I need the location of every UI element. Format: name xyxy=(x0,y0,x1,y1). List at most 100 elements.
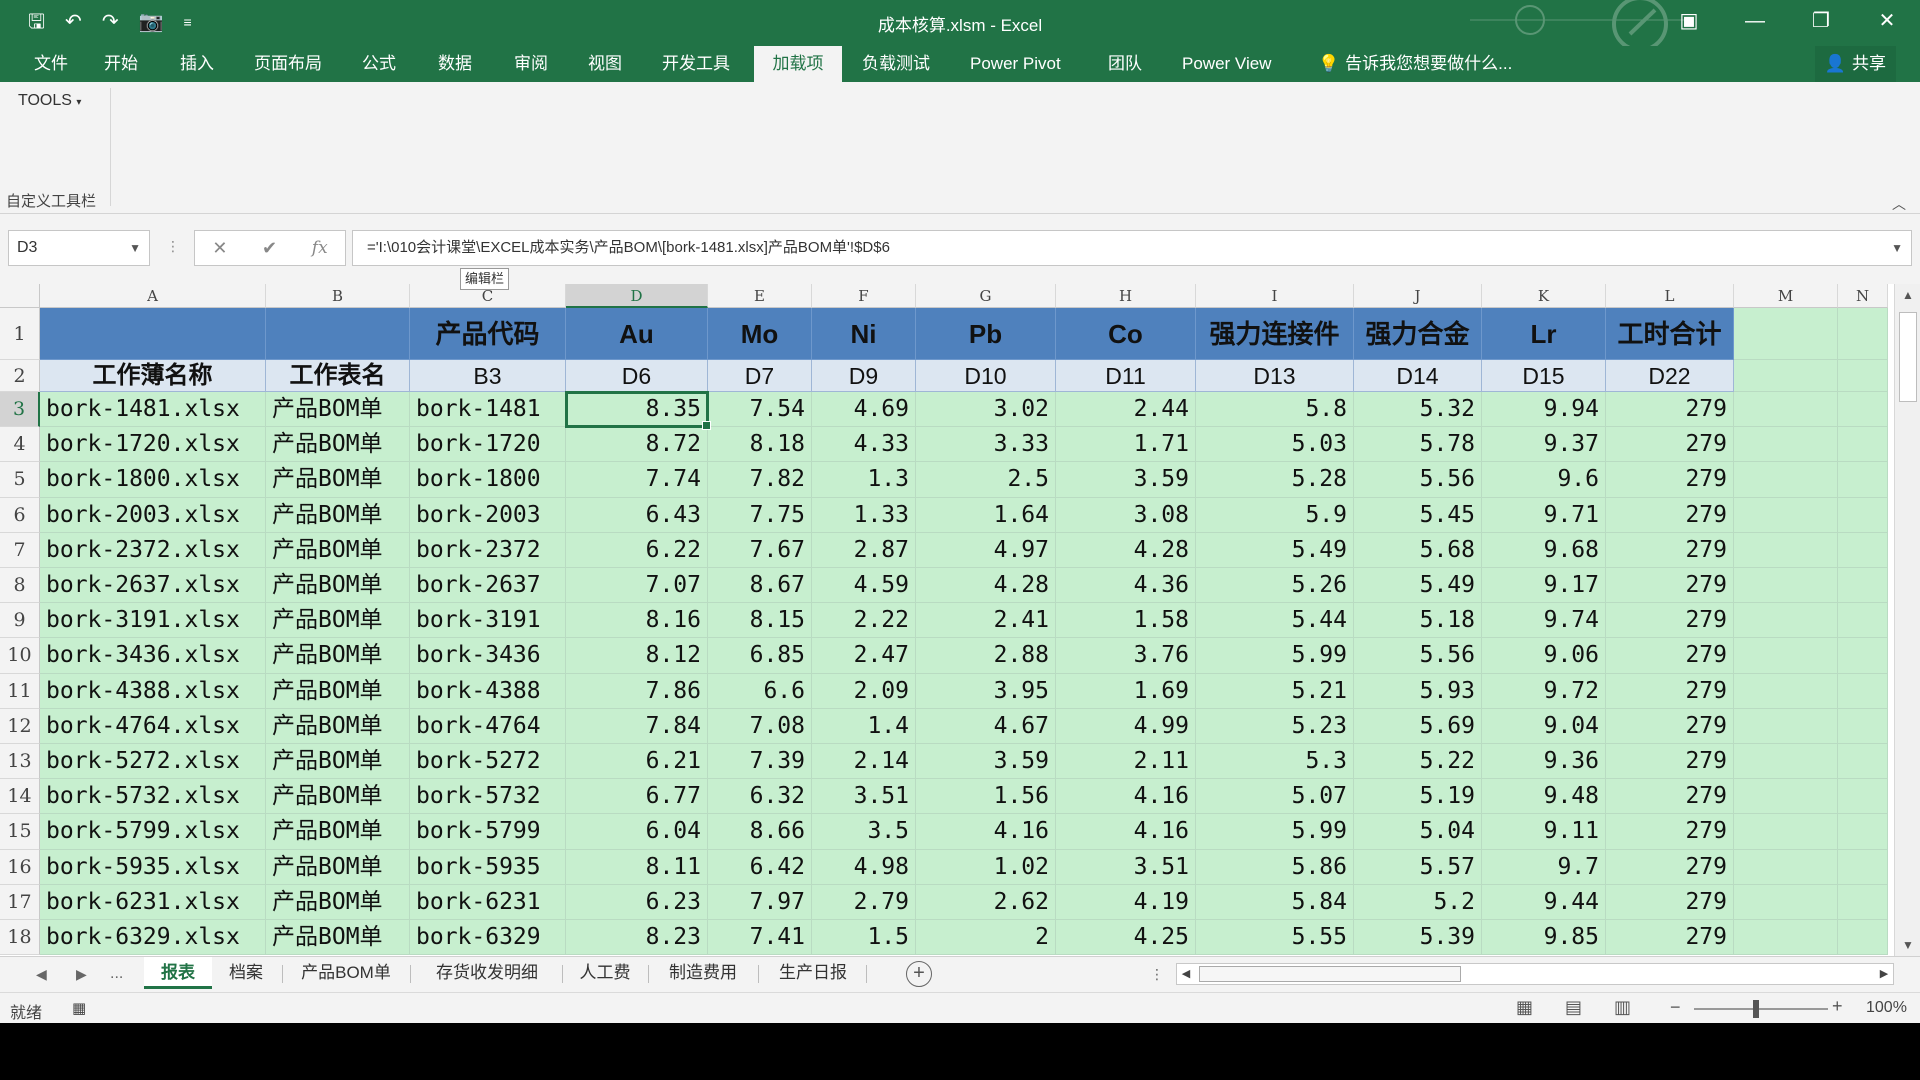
header-cell[interactable]: Au xyxy=(566,308,708,360)
tab-insert[interactable]: 插入 xyxy=(168,46,226,82)
tab-file[interactable]: 文件 xyxy=(22,46,80,82)
scroll-left-icon[interactable]: ◀ xyxy=(1177,964,1195,984)
empty-cell[interactable] xyxy=(1838,497,1888,533)
data-cell[interactable]: 5.32 xyxy=(1354,392,1482,428)
row-header-16[interactable]: 16 xyxy=(0,849,40,885)
data-cell[interactable]: 7.86 xyxy=(566,673,708,709)
row-header-1[interactable]: 1 xyxy=(0,308,40,360)
data-cell[interactable]: 7.97 xyxy=(708,884,812,920)
row-header-8[interactable]: 8 xyxy=(0,568,40,604)
data-cell[interactable]: bork-5732.xlsx xyxy=(40,779,266,815)
header-cell[interactable]: 工时合计 xyxy=(1606,308,1734,360)
data-cell[interactable]: bork-3436.xlsx xyxy=(40,638,266,674)
data-cell[interactable]: bork-2003 xyxy=(410,497,566,533)
data-cell[interactable]: 5.99 xyxy=(1196,814,1354,850)
page-break-view-icon[interactable]: ▥ xyxy=(1614,997,1631,1018)
data-cell[interactable]: 3.08 xyxy=(1056,497,1196,533)
header-cell[interactable]: Co xyxy=(1056,308,1196,360)
subheader-cell[interactable]: D6 xyxy=(566,360,708,392)
empty-cell[interactable] xyxy=(1838,603,1888,639)
data-cell[interactable]: 3.33 xyxy=(916,427,1056,463)
data-cell[interactable]: 2.47 xyxy=(812,638,916,674)
data-cell[interactable]: 3.51 xyxy=(812,779,916,815)
data-cell[interactable]: 5.68 xyxy=(1354,532,1482,568)
data-cell[interactable]: 产品BOM单 xyxy=(266,603,410,639)
empty-cell[interactable] xyxy=(1734,497,1838,533)
data-cell[interactable]: 279 xyxy=(1606,884,1734,920)
data-cell[interactable]: 5.44 xyxy=(1196,603,1354,639)
header-cell[interactable]: Ni xyxy=(812,308,916,360)
empty-cell[interactable] xyxy=(1734,427,1838,463)
data-cell[interactable]: 279 xyxy=(1606,568,1734,604)
data-cell[interactable]: bork-1800.xlsx xyxy=(40,462,266,498)
data-cell[interactable]: 5.45 xyxy=(1354,497,1482,533)
data-cell[interactable]: bork-2372.xlsx xyxy=(40,532,266,568)
data-cell[interactable]: 5.04 xyxy=(1354,814,1482,850)
data-cell[interactable]: 9.94 xyxy=(1482,392,1606,428)
data-cell[interactable]: 6.42 xyxy=(708,849,812,885)
data-cell[interactable]: 产品BOM单 xyxy=(266,462,410,498)
data-cell[interactable]: 2.87 xyxy=(812,532,916,568)
empty-cell[interactable] xyxy=(1734,462,1838,498)
column-header-a[interactable]: A xyxy=(40,284,266,308)
header-cell[interactable]: Pb xyxy=(916,308,1056,360)
empty-cell[interactable] xyxy=(1734,638,1838,674)
data-cell[interactable]: 7.07 xyxy=(566,568,708,604)
data-cell[interactable]: 产品BOM单 xyxy=(266,708,410,744)
tab-data[interactable]: 数据 xyxy=(426,46,484,82)
data-cell[interactable]: 3.76 xyxy=(1056,638,1196,674)
data-cell[interactable]: 3.59 xyxy=(1056,462,1196,498)
data-cell[interactable]: 产品BOM单 xyxy=(266,532,410,568)
zoom-out-button[interactable]: − xyxy=(1670,997,1681,1018)
data-cell[interactable]: 279 xyxy=(1606,708,1734,744)
sheet-tab-overhead[interactable]: 制造费用 xyxy=(656,957,750,989)
scroll-right-icon[interactable]: ▶ xyxy=(1875,964,1893,984)
data-cell[interactable]: 3.95 xyxy=(916,673,1056,709)
empty-cell[interactable] xyxy=(1838,884,1888,920)
tab-developer[interactable]: 开发工具 xyxy=(650,46,742,82)
data-cell[interactable]: 279 xyxy=(1606,532,1734,568)
ribbon-display-icon[interactable]: ▣ xyxy=(1656,0,1722,44)
data-cell[interactable]: 5.57 xyxy=(1354,849,1482,885)
data-cell[interactable]: bork-4764 xyxy=(410,708,566,744)
data-cell[interactable]: 2.41 xyxy=(916,603,1056,639)
data-cell[interactable]: 2.79 xyxy=(812,884,916,920)
empty-cell[interactable] xyxy=(1838,638,1888,674)
data-cell[interactable]: 5.49 xyxy=(1196,532,1354,568)
header-cell[interactable]: 强力合金 xyxy=(1354,308,1482,360)
data-cell[interactable]: 6.77 xyxy=(566,779,708,815)
vertical-scrollbar[interactable]: ▲ ▼ xyxy=(1894,284,1920,956)
data-cell[interactable]: 4.69 xyxy=(812,392,916,428)
data-cell[interactable]: bork-1720 xyxy=(410,427,566,463)
row-header-9[interactable]: 9 xyxy=(0,603,40,639)
data-cell[interactable]: 2.88 xyxy=(916,638,1056,674)
data-cell[interactable]: 279 xyxy=(1606,673,1734,709)
empty-cell[interactable] xyxy=(1734,360,1838,392)
data-cell[interactable]: 产品BOM单 xyxy=(266,884,410,920)
tab-team[interactable]: 团队 xyxy=(1096,46,1154,82)
row-header-17[interactable]: 17 xyxy=(0,884,40,920)
subheader-cell[interactable]: D15 xyxy=(1482,360,1606,392)
empty-cell[interactable] xyxy=(1838,532,1888,568)
row-header-13[interactable]: 13 xyxy=(0,744,40,780)
data-cell[interactable]: 1.3 xyxy=(812,462,916,498)
empty-cell[interactable] xyxy=(1838,462,1888,498)
empty-cell[interactable] xyxy=(1838,308,1888,360)
prev-sheet-icon[interactable]: ◀ xyxy=(36,957,47,991)
data-cell[interactable]: 9.36 xyxy=(1482,744,1606,780)
data-cell[interactable]: 8.16 xyxy=(566,603,708,639)
sheet-tab-report[interactable]: 报表 xyxy=(144,957,212,989)
data-cell[interactable]: 8.67 xyxy=(708,568,812,604)
data-cell[interactable]: 5.39 xyxy=(1354,920,1482,956)
empty-cell[interactable] xyxy=(1734,779,1838,815)
subheader-cell[interactable]: D14 xyxy=(1354,360,1482,392)
subheader-cell[interactable]: 工作薄名称 xyxy=(40,360,266,392)
data-cell[interactable]: bork-3191 xyxy=(410,603,566,639)
data-cell[interactable]: 7.39 xyxy=(708,744,812,780)
drag-handle-icon[interactable]: ⋮ xyxy=(166,238,180,255)
data-cell[interactable]: 6.43 xyxy=(566,497,708,533)
data-cell[interactable]: 7.08 xyxy=(708,708,812,744)
data-cell[interactable]: 279 xyxy=(1606,603,1734,639)
data-cell[interactable]: bork-2637 xyxy=(410,568,566,604)
data-cell[interactable]: 5.9 xyxy=(1196,497,1354,533)
